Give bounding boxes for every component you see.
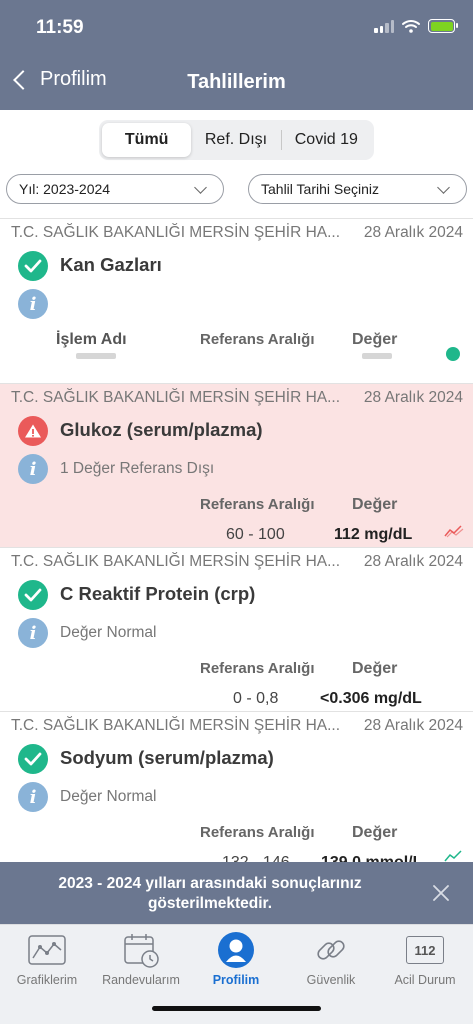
banner-text: 2023 - 2024 yılları arasındaki sonuçları… [58, 875, 362, 912]
app-screen: 11:59 Profilim Tahlillerim Tümü Ref. Dış… [0, 0, 473, 1024]
column-range-header: Referans Aralığı [200, 496, 315, 513]
tab-all[interactable]: Tümü [102, 123, 192, 157]
nav-emergency[interactable]: 112 Acil Durum [378, 930, 472, 987]
check-icon [18, 744, 48, 774]
result-summary: 1 Değer Referans Dışı [60, 460, 215, 477]
result-summary: Değer Normal [60, 624, 157, 641]
trend-chart-icon[interactable] [444, 850, 464, 862]
chevron-down-icon [437, 181, 450, 194]
year-select[interactable]: Yıl: 2023-2024 [6, 174, 224, 204]
segmented-control: Tümü Ref. Dışı Covid 19 [99, 120, 374, 160]
calendar-icon [121, 930, 161, 970]
result-summary: Değer Normal [60, 788, 157, 805]
cut-off-row-text [76, 353, 116, 359]
status-time: 11:59 [36, 17, 84, 38]
nav-profile[interactable]: Profilim [189, 930, 283, 987]
result-card[interactable]: T.C. SAĞLIK BAKANLIĞI MERSİN ŞEHİR HA...… [0, 547, 473, 711]
result-value: 112 mg/dL [334, 526, 413, 543]
test-name: C Reaktif Protein (crp) [60, 583, 256, 604]
hospital-name: T.C. SAĞLIK BAKANLIĞI MERSİN ŞEHİR HA... [11, 553, 341, 570]
date-select-value: Tahlil Tarihi Seçiniz [261, 181, 380, 197]
status-icons [374, 19, 458, 33]
close-icon[interactable] [431, 883, 451, 903]
reference-range: 60 - 100 [226, 526, 285, 543]
column-value-header: Değer [352, 660, 398, 677]
nav-appointments[interactable]: Randevularım [94, 930, 188, 987]
reference-range: 0 - 0,8 [233, 690, 279, 707]
column-range-header: Referans Aralığı [200, 331, 315, 348]
column-range-header: Referans Aralığı [200, 824, 315, 841]
nav-label: Profilim [212, 973, 260, 987]
info-icon[interactable]: i [18, 289, 48, 319]
column-process-header: İşlem Adı [56, 331, 127, 348]
reference-range: 132 - 146 [222, 854, 290, 862]
column-value-header: Değer [352, 496, 398, 513]
trend-chart-icon[interactable] [444, 524, 464, 538]
status-dot-icon [446, 347, 460, 361]
hospital-name: T.C. SAĞLIK BAKANLIĞI MERSİN ŞEHİR HA... [11, 224, 341, 241]
result-date: 28 Aralık 2024 [363, 553, 463, 570]
test-name: Sodyum (serum/plazma) [60, 747, 274, 768]
year-select-value: Yıl: 2023-2024 [19, 181, 111, 197]
column-range-header: Referans Aralığı [200, 660, 315, 677]
home-indicator [152, 1006, 321, 1011]
top-bar: 11:59 Profilim Tahlillerim [0, 0, 473, 110]
nav-label: Randevularım [102, 973, 180, 987]
column-value-header: Değer [352, 331, 398, 348]
profile-icon [216, 930, 256, 970]
result-card[interactable]: T.C. SAĞLIK BAKANLIĞI MERSİN ŞEHİR HA...… [0, 218, 473, 382]
info-icon[interactable]: i [18, 782, 48, 812]
cut-off-row-value [362, 353, 392, 359]
warning-icon [18, 416, 48, 446]
emergency-number: 112 [406, 936, 444, 964]
chevron-down-icon [194, 181, 207, 194]
result-date: 28 Aralık 2024 [363, 717, 463, 734]
nav-label: Grafiklerim [16, 973, 78, 987]
test-name: Kan Gazları [60, 254, 162, 275]
nav-security[interactable]: Güvenlik [284, 930, 378, 987]
info-icon[interactable]: i [18, 618, 48, 648]
result-card[interactable]: T.C. SAĞLIK BAKANLIĞI MERSİN ŞEHİR HA...… [0, 383, 473, 547]
result-date: 28 Aralık 2024 [363, 389, 463, 406]
result-value: 139.0 mmol/L [321, 854, 422, 862]
link-icon [311, 930, 351, 970]
nav-label: Acil Durum [394, 973, 456, 987]
column-value-header: Değer [352, 824, 398, 841]
result-date: 28 Aralık 2024 [363, 224, 463, 241]
result-card[interactable]: T.C. SAĞLIK BAKANLIĞI MERSİN ŞEHİR HA...… [0, 711, 473, 862]
check-icon [18, 580, 48, 610]
info-banner: 2023 - 2024 yılları arasındaki sonuçları… [0, 862, 473, 924]
battery-icon [428, 19, 458, 33]
page-title: Tahlillerim [187, 71, 286, 93]
test-name: Glukoz (serum/plazma) [60, 419, 263, 440]
hospital-name: T.C. SAĞLIK BAKANLIĞI MERSİN ŞEHİR HA... [11, 717, 341, 734]
result-value: <0.306 mg/dL [320, 690, 422, 707]
tab-out-of-range[interactable]: Ref. Dışı [191, 123, 280, 157]
nav-label: Güvenlik [306, 973, 356, 987]
chart-icon [27, 930, 67, 970]
hospital-name: T.C. SAĞLIK BAKANLIĞI MERSİN ŞEHİR HA... [11, 389, 341, 406]
wifi-icon [402, 20, 420, 33]
emergency-112-icon: 112 [405, 930, 445, 970]
nav-charts[interactable]: Grafiklerim [0, 930, 94, 987]
date-select[interactable]: Tahlil Tarihi Seçiniz [248, 174, 467, 204]
tab-covid[interactable]: Covid 19 [282, 123, 371, 157]
check-icon [18, 251, 48, 281]
cellular-signal-icon [374, 19, 394, 33]
info-icon[interactable]: i [18, 454, 48, 484]
